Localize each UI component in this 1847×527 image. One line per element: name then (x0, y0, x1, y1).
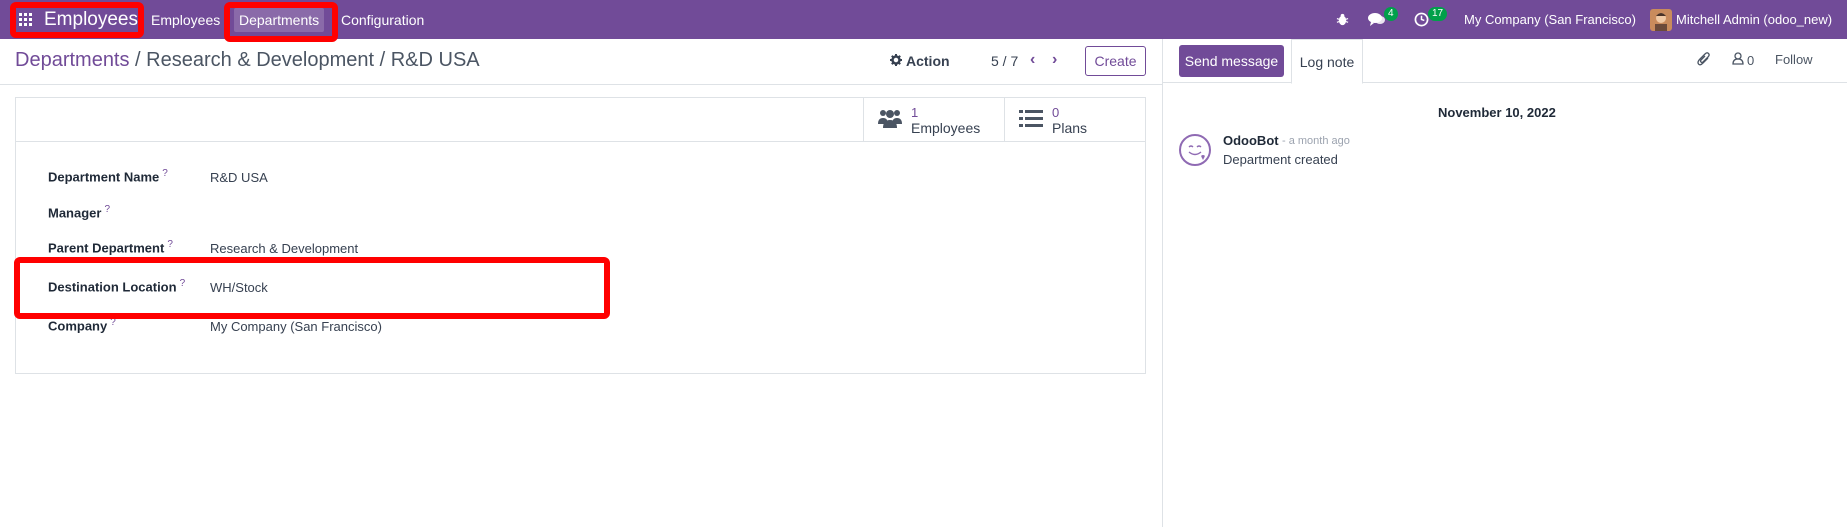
follow-button[interactable]: Follow (1775, 52, 1813, 67)
debug-bug-icon[interactable] (1336, 0, 1349, 39)
create-button[interactable]: Create (1085, 46, 1146, 76)
messages-badge: 4 (1384, 7, 1398, 21)
employees-stat-button[interactable]: 1 Employees (863, 98, 1004, 141)
menu-configuration[interactable]: Configuration (341, 0, 424, 39)
plans-stat-label: Plans (1052, 120, 1088, 136)
messages-icon[interactable] (1368, 0, 1386, 39)
send-message-button[interactable]: Send message (1179, 45, 1284, 77)
breadcrumb-separator: / (129, 49, 147, 71)
user-avatar[interactable] (1650, 0, 1672, 39)
department-name-label: Department Name? (48, 168, 168, 185)
highlight-app-name (10, 2, 144, 38)
parent-department-label: Parent Department? (48, 239, 173, 256)
highlight-departments-menu (224, 2, 338, 42)
user-menu[interactable]: Mitchell Admin (odoo_new) (1676, 0, 1832, 39)
message-time: - a month ago (1282, 135, 1350, 147)
pager-value[interactable]: 5 / 7 (991, 53, 1018, 69)
odoobot-avatar (1179, 134, 1211, 166)
control-panel: Departments / Research & Development / R… (0, 39, 1163, 85)
activities-clock-icon[interactable] (1414, 0, 1429, 39)
breadcrumb: Departments / Research & Development / R… (15, 49, 480, 72)
company-switcher[interactable]: My Company (San Francisco) (1464, 0, 1636, 39)
users-icon (878, 108, 902, 131)
gear-icon (890, 53, 902, 69)
plans-stat-button[interactable]: 0 Plans (1004, 98, 1145, 141)
list-icon (1019, 108, 1043, 131)
message-body: Department created (1223, 152, 1338, 167)
breadcrumb-current: R&D USA (390, 49, 480, 71)
followers-button[interactable]: 0 (1732, 52, 1754, 68)
parent-department-field[interactable]: Research & Development (210, 241, 358, 256)
form-sheet: 1 Employees 0 Plans Department Name? R&D… (15, 97, 1146, 374)
action-label: Action (906, 53, 950, 69)
followers-count: 0 (1747, 52, 1755, 68)
chatter-panel: Send message Log note 0 Follow November … (1162, 39, 1847, 527)
message-author: OdooBot (1223, 133, 1279, 148)
user-icon (1732, 52, 1744, 68)
employees-stat-label: Employees (911, 120, 981, 136)
menu-employees[interactable]: Employees (151, 0, 220, 39)
paperclip-icon[interactable] (1697, 52, 1711, 67)
highlight-destination-location (14, 257, 610, 319)
pager-next-icon[interactable]: › (1052, 51, 1057, 69)
breadcrumb-departments[interactable]: Departments (15, 49, 130, 71)
company-field[interactable]: My Company (San Francisco) (210, 319, 382, 334)
company-label: Company? (48, 317, 116, 334)
action-button[interactable]: Action (890, 53, 950, 69)
button-box: 1 Employees 0 Plans (16, 98, 1145, 142)
chatter-topbar: Send message Log note 0 Follow (1163, 39, 1847, 84)
pager-previous-icon[interactable]: ‹ (1030, 51, 1035, 69)
activities-badge: 17 (1428, 7, 1448, 21)
department-name-field[interactable]: R&D USA (210, 170, 268, 185)
manager-label: Manager? (48, 204, 111, 221)
log-note-button[interactable]: Log note (1291, 39, 1363, 84)
plans-count: 0 (1052, 105, 1060, 120)
breadcrumb-separator-2: / (374, 49, 391, 71)
date-separator: November 10, 2022 (1438, 105, 1556, 120)
employees-count: 1 (911, 105, 919, 120)
breadcrumb-parent[interactable]: Research & Development (146, 49, 374, 71)
